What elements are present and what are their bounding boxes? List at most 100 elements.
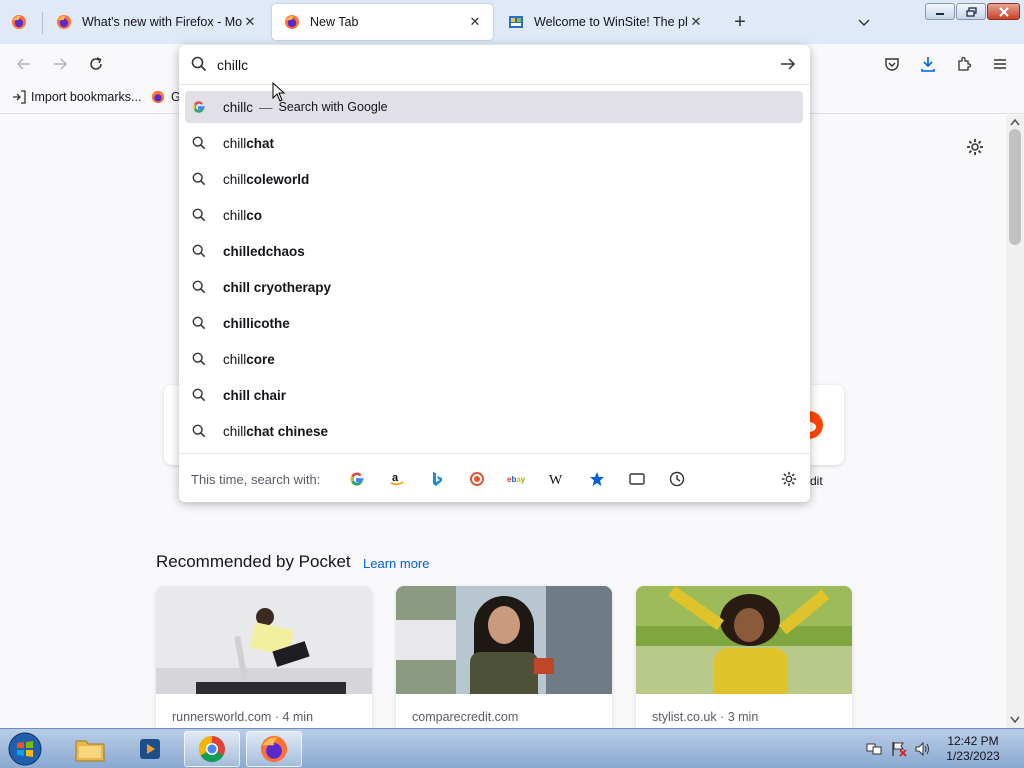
import-bookmarks-button[interactable]: Import bookmarks... [12,90,141,104]
firefox-icon [57,15,71,29]
downloads-button[interactable] [916,52,940,76]
search-icon [191,243,207,259]
tab-separator [42,12,43,34]
svg-text:ebay: ebay [507,475,526,484]
chrome-icon [198,735,225,763]
one-off-search-bar: This time, search with: a ebay W [179,453,810,502]
scroll-up-icon[interactable] [1010,118,1020,126]
google-engine-button[interactable] [346,468,368,490]
search-suggestion[interactable]: chilledchaos [185,235,803,267]
suggestion-completion-text: chat chinese [246,423,329,439]
scroll-down-icon[interactable] [1010,716,1020,724]
oneoff-label: This time, search with: [191,472,321,487]
ebay-engine-button[interactable]: ebay [506,468,528,490]
search-icon [191,279,207,295]
ebay-icon: ebay [507,475,526,484]
extensions-button[interactable] [952,52,976,76]
card-source: stylist.co.uk · 3 min [652,710,759,724]
search-icon [191,56,207,72]
firefox-icon [12,15,26,29]
volume-tray-icon[interactable] [915,741,931,757]
amazon-engine-button[interactable]: a [386,468,408,490]
close-tab-icon[interactable]: ✕ [467,14,483,30]
taskbar-chrome[interactable] [184,731,240,767]
search-suggestion[interactable]: chillicothe [185,307,803,339]
google-icon [191,99,207,115]
forward-button[interactable] [48,52,72,76]
reload-button[interactable] [84,52,108,76]
import-icon [13,90,26,104]
taskbar-firefox[interactable] [246,731,302,767]
search-suggestion[interactable]: chill core [185,343,803,375]
app-menu-button[interactable] [988,52,1012,76]
suggestion-completion-text: co [246,207,263,223]
close-icon [998,6,1009,17]
search-suggestion[interactable]: chill chair [185,379,803,411]
search-icon [191,171,207,187]
clock-date: 1/23/2023 [946,749,1000,763]
suggestion-typed-text: chill [223,207,247,223]
tabs-search-button[interactable] [626,468,648,490]
search-settings-button[interactable] [778,468,800,490]
learn-more-link[interactable]: Learn more [363,556,429,571]
pocket-button[interactable] [880,52,904,76]
new-tab-button[interactable]: + [729,11,751,33]
suggestion-completion-text: core [246,351,275,367]
urlbar-input[interactable] [217,55,757,75]
wikipedia-engine-button[interactable]: W [546,468,568,490]
pocket-card[interactable]: stylist.co.uk · 3 min [636,586,852,728]
go-arrow-icon[interactable] [780,56,796,72]
page-scrollbar[interactable] [1006,115,1024,728]
flag-tray-icon[interactable] [891,741,907,757]
tab-title: New Tab [310,15,359,29]
close-tab-icon[interactable]: ✕ [242,14,258,30]
hamburger-menu-icon [994,59,1006,69]
restore-button[interactable] [956,3,986,20]
bing-icon [433,472,442,486]
back-button[interactable] [12,52,36,76]
folder-icon [75,740,105,762]
pocket-card[interactable]: runnersworld.com · 4 min [156,586,372,728]
tab-whats-new[interactable]: What's new with Firefox - More ✕ [44,4,268,40]
pocket-card[interactable]: comparecredit.com [396,586,612,728]
close-tab-icon[interactable]: ✕ [688,14,704,30]
taskbar-explorer[interactable] [62,731,118,767]
pocket-icon [885,58,899,71]
bookmark-getting-started[interactable]: G [151,90,181,104]
personalize-button[interactable] [963,135,987,159]
firefox-view-button[interactable] [8,11,30,33]
download-icon [921,57,935,72]
tab-strip: What's new with Firefox - More ✕ New Tab… [0,0,1024,44]
start-button[interactable] [4,730,46,768]
search-suggestion[interactable]: chill cryotherapy [185,271,803,303]
history-search-button[interactable] [666,468,688,490]
card-source: runnersworld.com · 4 min [172,710,314,724]
taskbar-media-player[interactable] [122,731,178,767]
bing-engine-button[interactable] [426,468,448,490]
search-suggestion[interactable]: chill chat [185,127,803,159]
system-clock[interactable]: 12:42 PM 1/23/2023 [940,734,1006,764]
duckduckgo-icon [470,472,484,486]
media-player-icon [140,739,160,759]
bookmarks-search-button[interactable] [586,468,608,490]
action-center-icon[interactable] [866,741,882,757]
tab-new-tab[interactable]: New Tab ✕ [272,4,493,40]
list-all-tabs-button[interactable] [853,11,875,33]
duckduckgo-engine-button[interactable] [466,468,488,490]
windows-taskbar: 12:42 PM 1/23/2023 [0,728,1024,768]
close-window-button[interactable] [987,3,1020,20]
suggestion-completion-text: chill chair [223,387,287,403]
suggestion-typed-text: chill [223,135,247,151]
search-suggestion[interactable]: chill chat chinese [185,415,803,447]
suggestion-typed-text: chill [223,351,247,367]
urlbar [179,45,810,85]
scroll-thumb[interactable] [1009,129,1021,245]
search-suggestion[interactable]: chill coleworld [185,163,803,195]
tab-winsite[interactable]: Welcome to WinSite! The place ✕ [496,4,714,40]
search-suggestion[interactable]: chill co [185,199,803,231]
urlbar-dropdown: chillc—Search with Googlechillchatchillc… [179,45,810,502]
suggestion-completion-text: chilledchaos [223,243,305,259]
minimize-button[interactable] [925,3,955,20]
suggestion-typed-text: chill [223,171,247,187]
clock-time: 12:42 PM [947,734,999,748]
